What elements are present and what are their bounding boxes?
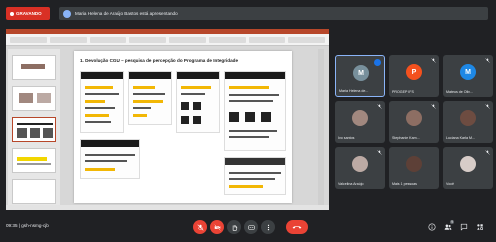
meeting-details-button[interactable] — [427, 222, 436, 231]
people-button[interactable]: 9 — [443, 220, 454, 231]
camera-off-icon — [213, 223, 221, 231]
chat-icon — [460, 223, 468, 231]
participant-avatar — [460, 110, 476, 126]
participant-avatar — [406, 110, 422, 126]
powerpoint-title-bar — [6, 29, 329, 34]
captions-button[interactable] — [244, 220, 258, 234]
participant-name: Ivo santos — [338, 136, 355, 140]
activities-button[interactable] — [475, 222, 484, 231]
participant-avatar: M — [353, 65, 369, 81]
raise-hand-button[interactable] — [227, 220, 241, 234]
mic-toggle-button[interactable] — [193, 220, 207, 234]
participant-avatar: M — [460, 64, 476, 80]
slide-thumbnail — [12, 55, 56, 80]
recording-dot-icon — [10, 11, 14, 16]
chat-button[interactable] — [459, 222, 468, 231]
participant-name: Stephanie Kam... — [392, 136, 420, 140]
participant-tile[interactable]: M Mateus de Oliv... — [443, 55, 493, 97]
hangup-icon — [292, 224, 302, 230]
meeting-info: 09:35 | gsh-nsmg-cjb — [6, 223, 49, 228]
powerpoint-status-bar — [6, 205, 329, 210]
participant-name: Mateus de Oliv... — [446, 90, 473, 94]
slide-thumbnail — [12, 86, 56, 111]
participant-name: Luciana Karla M... — [446, 136, 475, 140]
ribbon-toolbar — [10, 37, 325, 43]
slide-infographic-card — [128, 71, 172, 125]
slide-infographic-card — [224, 157, 286, 195]
participant-avatar: P — [406, 64, 422, 80]
mic-off-icon — [431, 58, 436, 63]
participant-tile[interactable]: Valcelina Araújo — [335, 147, 385, 189]
participant-tile[interactable]: Você — [443, 147, 493, 189]
participant-tile[interactable]: Ivo santos — [335, 101, 385, 143]
participant-name: Mais 1 pessoas — [392, 182, 417, 186]
participant-name: PROGEP IFS — [392, 90, 414, 94]
mic-off-icon — [485, 104, 490, 109]
powerpoint-ribbon — [6, 29, 329, 46]
participant-avatar — [352, 110, 368, 126]
mic-off-icon — [431, 104, 436, 109]
mic-off-icon — [485, 58, 490, 63]
slide-infographic-card — [80, 139, 140, 179]
ribbon-group — [129, 37, 166, 43]
slide-infographic-card — [80, 71, 124, 133]
recording-badge: GRAVANDO — [6, 7, 50, 20]
top-bar: GRAVANDO Maria Helena de Araújo Bastos e… — [0, 0, 496, 26]
camera-toggle-button[interactable] — [210, 220, 224, 234]
slide-infographic-card — [224, 71, 286, 151]
ribbon-group — [49, 37, 87, 43]
presenting-icon — [374, 59, 381, 66]
participant-avatar — [460, 156, 476, 172]
ribbon-group — [10, 37, 47, 43]
slide-scrollbar[interactable] — [318, 49, 324, 207]
bottom-control-bar: 09:35 | gsh-nsmg-cjb 9 — [0, 212, 496, 242]
slide-title: 1. Devolução CGU – pesquisa de percepção… — [80, 58, 239, 63]
participant-tile[interactable]: Luciana Karla M... — [443, 101, 493, 143]
activities-icon — [476, 223, 484, 231]
presentation-stage[interactable]: 1. Devolução CGU – pesquisa de percepção… — [6, 29, 329, 210]
info-icon — [427, 222, 436, 231]
slide-infographic-card — [176, 71, 220, 133]
slide-thumbnails-panel — [8, 49, 60, 207]
slide-thumbnail — [12, 179, 56, 204]
captions-icon — [247, 224, 255, 231]
participant-tile[interactable]: M Maria Helena de... — [335, 55, 385, 97]
ribbon-group — [89, 37, 127, 43]
ribbon-group — [208, 37, 246, 43]
hangup-button[interactable] — [286, 220, 308, 234]
more-vert-icon — [265, 224, 272, 231]
ribbon-group — [248, 37, 286, 43]
participant-avatar — [352, 156, 368, 172]
slide-thumbnail — [12, 148, 56, 173]
ribbon-group — [169, 37, 206, 43]
presenter-banner: Maria Helena de Araújo Bastos está apres… — [59, 7, 488, 20]
mic-off-icon — [377, 104, 382, 109]
ribbon-group — [288, 37, 325, 43]
participant-tile[interactable]: Mais 1 pessoas — [389, 147, 439, 189]
current-slide: 1. Devolução CGU – pesquisa de percepção… — [74, 51, 292, 203]
participant-name: Maria Helena de... — [339, 89, 369, 93]
slide-thumbnail-active — [12, 117, 56, 142]
hand-icon — [231, 224, 238, 231]
present-screen-icon — [63, 9, 71, 18]
people-count-badge: 9 — [450, 220, 454, 224]
recording-label: GRAVANDO — [16, 11, 42, 16]
presenter-text: Maria Helena de Araújo Bastos está apres… — [75, 11, 178, 16]
more-options-button[interactable] — [261, 220, 275, 234]
participant-name: Valcelina Araújo — [338, 182, 364, 186]
mic-off-icon — [485, 150, 490, 155]
participant-tile[interactable]: Stephanie Kam... — [389, 101, 439, 143]
participant-avatar — [406, 156, 422, 172]
mic-off-icon — [196, 223, 204, 231]
mic-off-icon — [377, 150, 382, 155]
participant-tile[interactable]: P PROGEP IFS — [389, 55, 439, 97]
participant-name: Você — [446, 182, 454, 186]
